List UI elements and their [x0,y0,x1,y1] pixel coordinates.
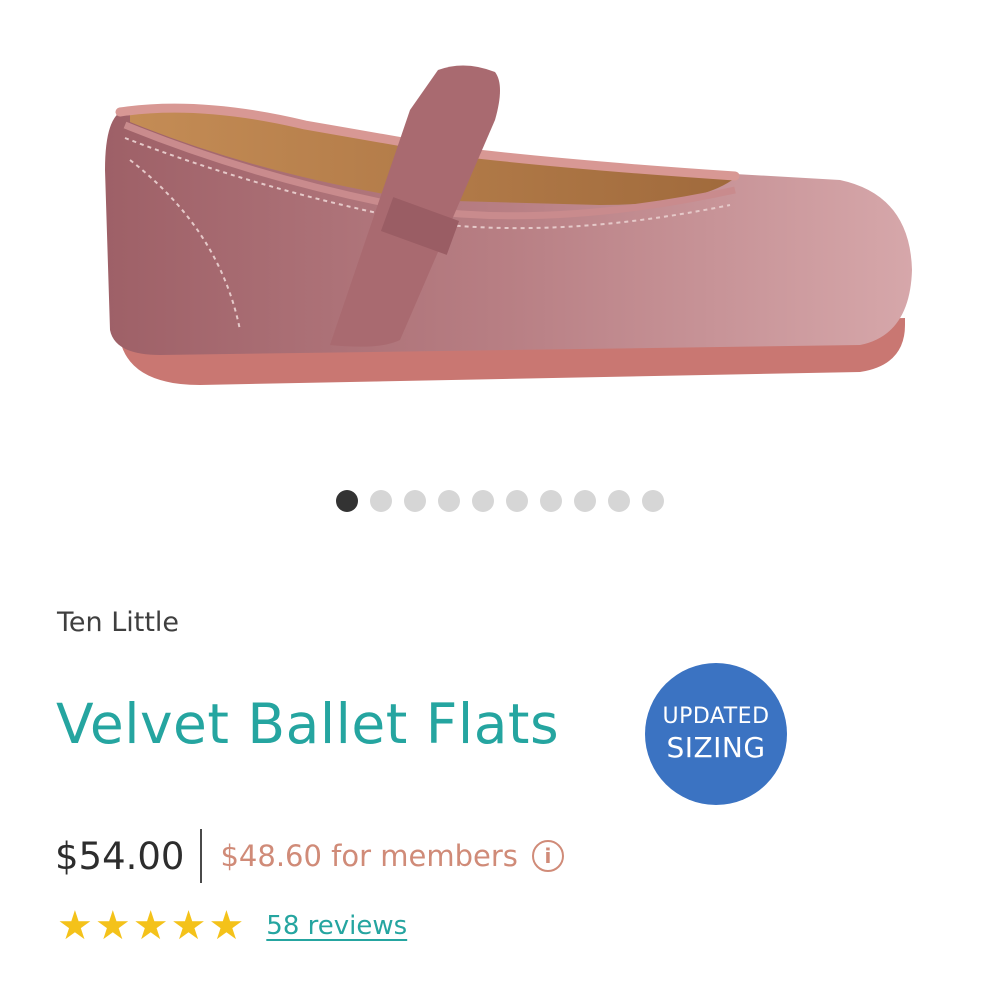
brand-name[interactable]: Ten Little [57,607,179,638]
badge-line-2: SIZING [666,731,766,764]
price-divider [200,829,203,883]
product-image[interactable] [0,0,1000,470]
star-icon: ★ [94,903,131,949]
carousel-dot[interactable] [506,490,528,512]
star-icon: ★ [132,903,169,949]
star-rating: ★ ★ ★ ★ ★ [57,906,244,946]
carousel-dot[interactable] [404,490,426,512]
info-icon[interactable]: i [531,840,564,872]
carousel-dot[interactable] [642,490,664,512]
carousel-indicators [0,490,1000,512]
product-title: Velvet Ballet Flats [56,692,560,756]
star-icon: ★ [170,903,207,949]
badge-line-1: UPDATED [662,704,770,729]
velvet-ballet-flat-image [105,65,912,385]
carousel-dot[interactable] [540,490,562,512]
carousel-dot[interactable] [608,490,630,512]
carousel-dot[interactable] [370,490,392,512]
carousel-dot[interactable] [574,490,596,512]
carousel-dot[interactable] [336,490,358,512]
star-icon: ★ [208,903,245,949]
star-icon: ★ [57,903,93,949]
rating-row: ★ ★ ★ ★ ★ 58 reviews [57,906,407,946]
carousel-dot[interactable] [438,490,460,512]
price-row: $54.00 $48.60 for members i [55,828,564,884]
reviews-link[interactable]: 58 reviews [266,911,407,941]
carousel-dot[interactable] [472,490,494,512]
member-price: $48.60 for members [220,839,518,873]
updated-sizing-badge: UPDATED SIZING [645,663,787,805]
price: $54.00 [55,834,185,878]
